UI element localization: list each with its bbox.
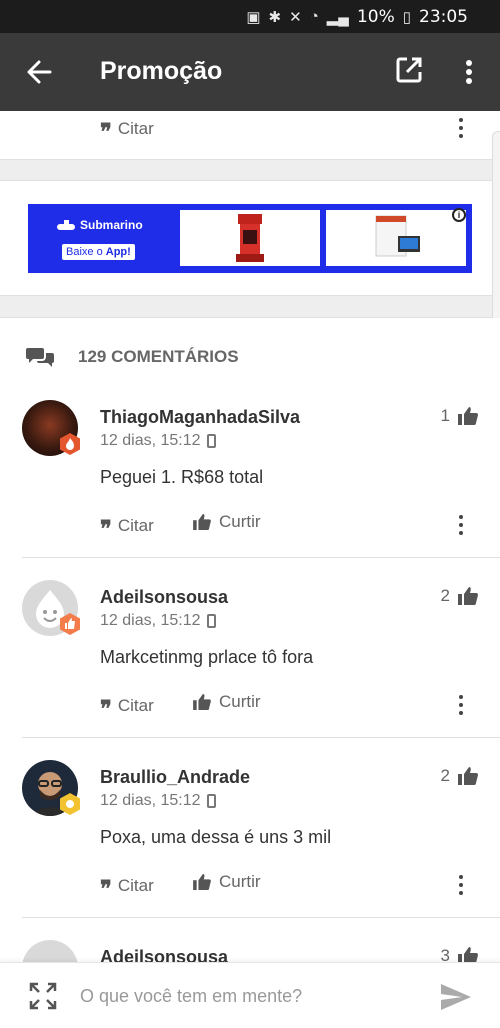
comment-like-count[interactable]: 2 <box>441 586 478 606</box>
comment-divider <box>22 557 500 558</box>
cite-button[interactable]: ❞ Citar <box>100 872 154 900</box>
back-button[interactable] <box>22 55 56 89</box>
comment-like-count[interactable]: 3 <box>441 946 478 962</box>
comment-options-button[interactable] <box>451 512 471 538</box>
comment-divider <box>22 917 500 918</box>
ad-brand-name: Submarino <box>80 218 143 232</box>
comments-icon <box>26 348 54 367</box>
thumbs-up-icon <box>458 947 478 962</box>
mobile-icon <box>206 794 216 808</box>
send-icon <box>441 984 471 1010</box>
ad-product-office <box>326 210 466 266</box>
comment-divider <box>22 737 500 738</box>
like-button[interactable]: Curtir <box>193 512 261 532</box>
section-separator <box>0 159 500 181</box>
comment-like-count[interactable]: 1 <box>441 406 478 426</box>
send-button[interactable] <box>440 983 472 1011</box>
overflow-menu-button[interactable] <box>456 55 482 89</box>
comment-timestamp: 12 dias, 15:12 <box>100 612 216 630</box>
section-separator <box>0 295 500 318</box>
wifi-icon: ◔ <box>309 8 319 25</box>
thumbs-up-icon <box>458 767 478 785</box>
comment-item: Braullio_Andrade 12 dias, 15:12 Poxa, um… <box>0 758 500 938</box>
quote-icon: ❞ <box>100 876 112 902</box>
comment-author[interactable]: Braullio_Andrade <box>100 767 250 788</box>
comment-item: ThiagoMaganhadaSilva 12 dias, 15:12 Pegu… <box>0 398 500 578</box>
cite-label: Citar <box>117 119 154 138</box>
mobile-icon <box>206 614 216 628</box>
comment-item: Adeilsonsousa 12 dias, 15:12 Markcetinmg… <box>0 578 500 758</box>
comment-options-button[interactable] <box>451 115 471 141</box>
battery-level: 10% <box>356 6 395 27</box>
like-button[interactable]: Curtir <box>193 692 261 712</box>
thumbs-up-icon <box>458 587 478 605</box>
avatar[interactable] <box>22 940 78 962</box>
scrollbar[interactable] <box>492 131 500 339</box>
ad-cta: Baixe o App! <box>62 244 135 260</box>
like-button[interactable]: Curtir <box>193 872 261 892</box>
previous-comment-actions: ❞ Citar <box>0 111 500 159</box>
level-badge-icon <box>60 613 80 635</box>
comment-text: Poxa, uma dessa é uns 3 mil <box>100 827 332 847</box>
clock: 23:05 <box>419 6 468 27</box>
comment-timestamp: 12 dias, 15:12 <box>100 792 216 810</box>
comment-input[interactable] <box>80 979 420 1013</box>
submarine-icon <box>57 220 75 230</box>
comments-count: 129 COMENTÁRIOS <box>78 347 239 366</box>
mute-icon: ✕ <box>289 8 302 26</box>
fullscreen-icon <box>29 982 57 1010</box>
cite-button[interactable]: ❞ Citar <box>100 512 154 540</box>
battery-icon: ▯ <box>402 8 411 26</box>
quote-icon: ❞ <box>100 516 112 542</box>
page-title: Promoção <box>100 57 223 85</box>
thumbs-up-icon <box>193 514 211 530</box>
open-in-new-icon <box>396 57 422 83</box>
expand-composer-button[interactable] <box>28 981 58 1011</box>
ad-section: Submarino Baixe o App! i <box>0 181 500 295</box>
battery-saver-icon: ▣ <box>246 8 261 26</box>
quote-icon: ❞ <box>100 696 112 722</box>
open-external-button[interactable] <box>394 55 428 89</box>
ad-banner[interactable]: Submarino Baixe o App! i <box>28 204 472 273</box>
thumbs-up-icon <box>458 407 478 425</box>
level-badge-icon <box>60 433 80 455</box>
status-bar: ▣ ✱ ✕ ◔ ▂▄ 10% ▯ 23:05 <box>0 0 500 33</box>
comment-options-button[interactable] <box>451 872 471 898</box>
thumbs-up-icon <box>193 874 211 890</box>
comment-text: Peguei 1. R$68 total <box>100 467 264 487</box>
signal-icon: ▂▄ <box>326 8 349 26</box>
comment-composer <box>0 962 500 1028</box>
cite-button[interactable]: ❞ Citar <box>100 115 154 143</box>
comment-author[interactable]: Adeilsonsousa <box>100 947 228 962</box>
comment-timestamp: 12 dias, 15:12 <box>100 432 216 450</box>
ad-product-coffee-maker <box>180 210 320 266</box>
ad-brand-logo: Submarino <box>56 218 143 232</box>
app-bar: Promoção <box>0 33 500 111</box>
comment-author[interactable]: ThiagoMaganhadaSilva <box>100 407 300 428</box>
comment-author[interactable]: Adeilsonsousa <box>100 587 228 608</box>
comment-options-button[interactable] <box>451 692 471 718</box>
more-vert-icon <box>466 60 472 84</box>
cite-button[interactable]: ❞ Citar <box>100 692 154 720</box>
coffee-maker-image <box>236 214 264 262</box>
comment-text: Markcetinmg prlace tô fora <box>100 647 314 667</box>
quote-icon: ❞ <box>100 119 112 145</box>
arrow-left-icon <box>27 60 52 84</box>
comments-header: 129 COMENTÁRIOS <box>0 318 500 398</box>
software-box-image <box>375 215 420 257</box>
bluetooth-icon: ✱ <box>268 8 282 26</box>
level-badge-icon <box>60 793 80 815</box>
mobile-icon <box>206 434 216 448</box>
thumbs-up-icon <box>193 694 211 710</box>
comment-item: Adeilsonsousa 3 <box>0 938 500 962</box>
comment-like-count[interactable]: 2 <box>441 766 478 786</box>
ad-info-icon[interactable]: i <box>452 208 466 222</box>
